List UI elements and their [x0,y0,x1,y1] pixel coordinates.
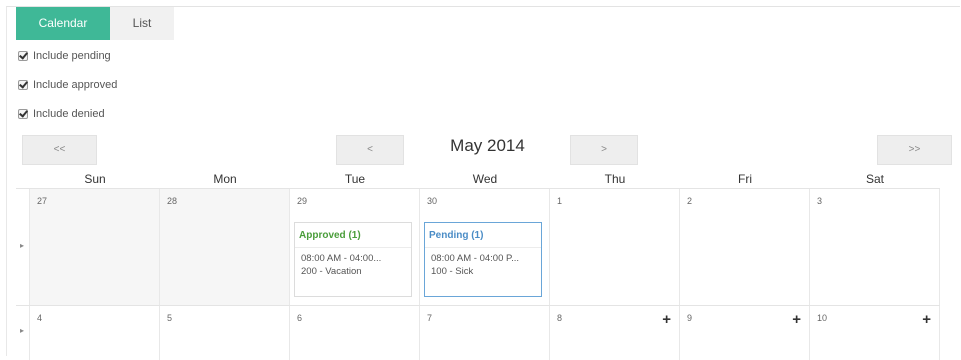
filter-approved-label: Include approved [33,79,118,91]
day-number: 1 [557,196,563,206]
checkbox-pending[interactable] [18,51,28,61]
weekday-header: Sun Mon Tue Wed Thu Fri Sat [16,170,940,188]
event-header: Pending (1) [425,223,541,248]
filter-denied[interactable]: Include denied [18,106,105,122]
add-request-button[interactable]: + [792,312,801,327]
day-cell[interactable]: 5 [160,306,290,360]
weekday-tue: Tue [344,172,366,186]
weekday-fri: Fri [738,172,752,186]
day-number: 7 [427,313,433,323]
weekday-sun: Sun [84,172,106,186]
day-number: 29 [297,196,308,206]
day-number: 6 [297,313,303,323]
next-year-button[interactable]: >> [877,135,952,165]
month-title: May 2014 [450,136,525,155]
next-month-button[interactable]: > [570,135,638,165]
event-time: 08:00 AM - 04:00... [301,253,382,264]
day-number: 5 [167,313,173,323]
day-cell[interactable]: 3 [810,189,940,305]
day-number: 4 [37,313,43,323]
day-number: 30 [427,196,438,206]
add-request-button[interactable]: + [662,312,671,327]
day-number: 10 [817,313,828,323]
weekday-sat: Sat [865,172,884,186]
day-cell[interactable]: 30 Pending (1) 08:00 AM - 04:00 P... 100… [420,189,550,305]
tab-list[interactable]: List [110,7,174,40]
checkbox-approved[interactable] [18,80,28,90]
prev-year-button[interactable]: << [22,135,97,165]
day-number: 27 [37,196,48,206]
day-number: 2 [687,196,693,206]
prev-month-button[interactable]: < [336,135,404,165]
day-cell[interactable]: 6 [290,306,420,360]
week-row: ▸ 27 28 29 Approved (1) 08:00 AM - 04:00… [16,189,940,305]
event-approved[interactable]: Approved (1) 08:00 AM - 04:00... 200 - V… [294,222,412,297]
day-number: 9 [687,313,693,323]
day-cell[interactable]: 10 + [810,306,940,360]
filter-approved[interactable]: Include approved [18,77,117,93]
day-cell[interactable]: 1 [550,189,680,305]
filter-pending[interactable]: Include pending [18,48,111,64]
day-cell[interactable]: 7 [420,306,550,360]
weekday-mon: Mon [213,172,237,186]
week-gutter: ▸ [16,189,30,305]
expand-week-icon[interactable]: ▸ [20,241,24,250]
view-tabs: Calendar List [16,7,174,40]
day-cell[interactable]: 27 [30,189,160,305]
day-number: 28 [167,196,178,206]
day-cell[interactable]: 28 [160,189,290,305]
event-detail: 200 - Vacation [301,266,362,277]
weekday-thu: Thu [604,172,626,186]
day-cell[interactable]: 8 + [550,306,680,360]
event-detail: 100 - Sick [431,266,474,277]
calendar-grid: Sun Mon Tue Wed Thu Fri Sat ▸ 27 28 29 A… [16,170,940,360]
event-pending[interactable]: Pending (1) 08:00 AM - 04:00 P... 100 - … [424,222,542,297]
day-cell[interactable]: 9 + [680,306,810,360]
add-request-button[interactable]: + [922,312,931,327]
checkbox-denied[interactable] [18,109,28,119]
week-gutter: ▸ [16,306,30,360]
weekday-wed: Wed [472,172,498,186]
day-cell[interactable]: 4 [30,306,160,360]
expand-week-icon[interactable]: ▸ [20,326,24,335]
day-number: 3 [817,196,823,206]
filter-denied-label: Include denied [33,108,105,120]
day-number: 8 [557,313,563,323]
day-cell[interactable]: 2 [680,189,810,305]
event-time: 08:00 AM - 04:00 P... [431,253,520,264]
tab-calendar[interactable]: Calendar [16,7,110,40]
day-cell[interactable]: 29 Approved (1) 08:00 AM - 04:00... 200 … [290,189,420,305]
filter-pending-label: Include pending [33,50,111,62]
week-row: ▸ 4 5 6 7 8 + 9 + 10 + [16,306,940,360]
event-header: Approved (1) [295,223,411,248]
